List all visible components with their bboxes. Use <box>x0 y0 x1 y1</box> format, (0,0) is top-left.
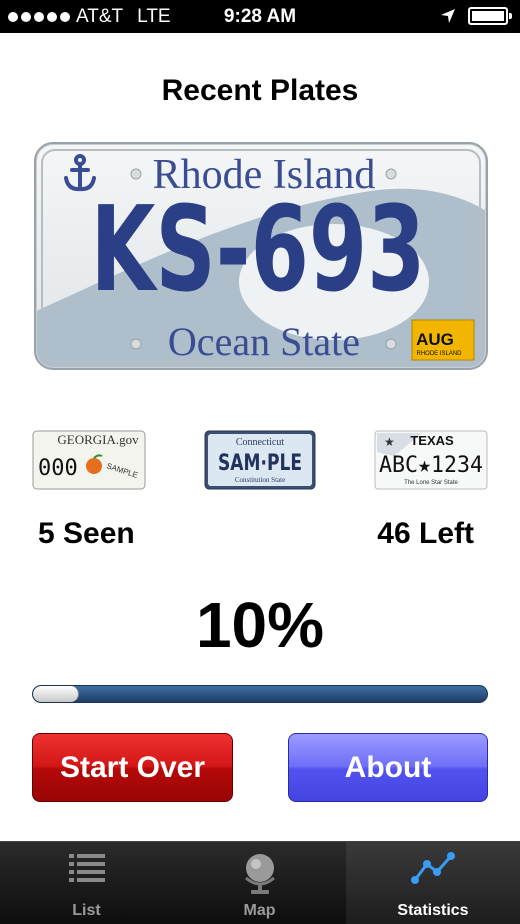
left-count: 46 Left <box>377 517 474 550</box>
progress-bar <box>32 685 488 703</box>
progress-bar-fill <box>33 686 80 702</box>
plate-slogan: Ocean State <box>168 319 360 364</box>
svg-text:000: 000 <box>38 456 78 481</box>
small-plate-georgia[interactable]: GEORGIA.gov 000 SAMPLE <box>32 430 146 490</box>
recent-plate-image[interactable]: Rhode Island KS-693 Ocean State AUG RHOD… <box>34 142 488 370</box>
svg-text:The Lone Star State: The Lone Star State <box>404 480 458 486</box>
svg-text:TEXAS: TEXAS <box>410 433 454 448</box>
about-button[interactable]: About <box>288 733 488 802</box>
tab-label: Map <box>243 902 276 919</box>
svg-text:Connecticut: Connecticut <box>236 437 285 448</box>
globe-icon <box>244 854 275 894</box>
svg-text:GEORGIA.gov: GEORGIA.gov <box>57 432 139 447</box>
svg-text:SAM·PLE: SAM·PLE <box>218 451 302 476</box>
svg-text:★: ★ <box>384 435 395 449</box>
tab-list[interactable]: List <box>0 842 173 924</box>
registration-sticker: AUG RHODE ISLAND <box>411 319 475 361</box>
small-plate-texas[interactable]: ★ TEXAS ABC★1234 The Lone Star State <box>374 430 488 490</box>
small-plate-connecticut[interactable]: Connecticut SAM·PLE Constitution State <box>204 430 316 490</box>
tab-map[interactable]: Map <box>173 842 346 924</box>
tab-statistics[interactable]: Statistics <box>346 842 520 924</box>
battery-icon <box>468 7 512 25</box>
tab-label: List <box>72 902 101 919</box>
svg-text:Constitution State: Constitution State <box>235 476 285 484</box>
svg-text:ABC★1234: ABC★1234 <box>379 453 483 478</box>
list-icon <box>68 854 105 882</box>
tab-label: Statistics <box>397 902 469 919</box>
start-over-button[interactable]: Start Over <box>32 733 233 802</box>
status-bar: AT&T LTE 9:28 AM <box>0 0 520 33</box>
statistics-icon <box>411 852 455 884</box>
location-arrow-icon <box>441 9 455 23</box>
svg-text:RHODE ISLAND: RHODE ISLAND <box>416 351 462 357</box>
tab-bar: List Map Statistics <box>0 841 520 924</box>
plate-number: KS-693 <box>91 180 426 318</box>
status-right <box>440 7 512 25</box>
page-title: Recent Plates <box>161 74 359 107</box>
seen-count: 5 Seen <box>38 517 135 550</box>
svg-text:AUG: AUG <box>416 330 454 349</box>
progress-percent: 10% <box>195 589 325 661</box>
